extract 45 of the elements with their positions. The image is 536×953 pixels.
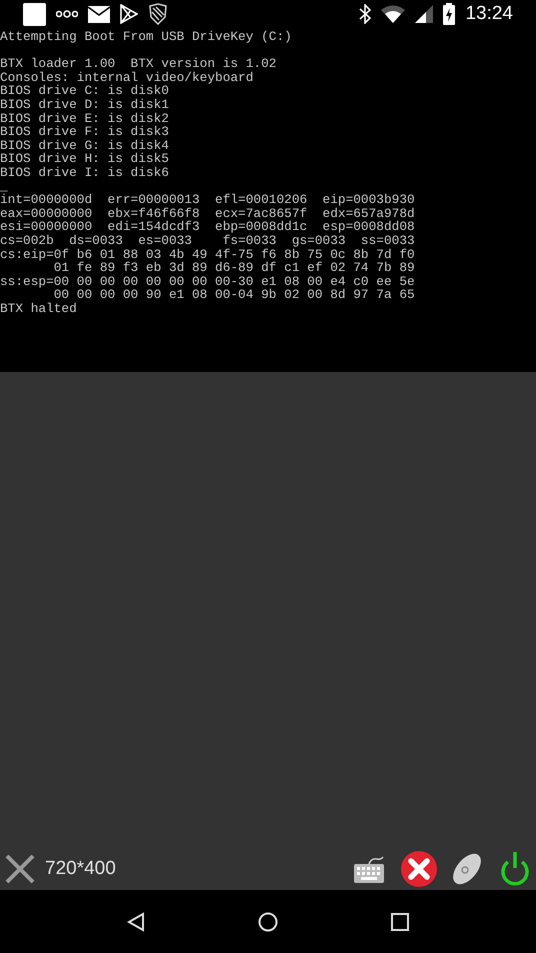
console-line: 00 00 00 00 90 e1 08 00-04 9b 02 00 8d 97 7a 65 — [54, 288, 415, 302]
stop-button[interactable] — [400, 850, 438, 888]
resolution-label: 720*400 — [45, 856, 116, 881]
recents-icon — [391, 912, 410, 930]
disc-icon — [451, 852, 483, 886]
console-line: BIOS drive E: is disk2 — [0, 112, 169, 126]
home-button[interactable] — [258, 912, 278, 932]
console-line: BIOS drive D: is disk1 — [0, 98, 169, 112]
console-line: BTX halted — [0, 302, 77, 316]
signal-icon — [415, 5, 434, 23]
recents-button[interactable] — [391, 912, 410, 930]
console-line: BIOS drive C: is disk0 — [0, 84, 169, 98]
power-icon — [499, 851, 531, 887]
stop-icon — [400, 850, 438, 888]
keyboard-icon — [353, 854, 385, 884]
shield-icon — [148, 3, 168, 25]
console-line: BIOS drive I: is disk6 — [0, 166, 169, 180]
console-line: Attempting Boot From USB DriveKey (C:) — [0, 30, 292, 44]
console-line: BIOS drive F: is disk3 — [0, 125, 169, 139]
close-icon — [4, 853, 36, 885]
console-line: BTX loader 1.00 BTX version is 1.02 — [0, 57, 276, 71]
console-line: esi=00000000 edi=154dcdf3 ebp=0008dd1c esp=0008dd08 — [0, 220, 415, 234]
console-line: 01 fe 89 f3 eb 3d 89 d6-89 df c1 ef 02 74 7b 89 — [54, 261, 415, 275]
wifi-icon — [381, 5, 406, 23]
console-line: BIOS drive G: is disk4 — [0, 138, 169, 152]
console-line: BIOS drive H: is disk5 — [0, 152, 169, 166]
battery-icon — [443, 3, 456, 25]
console-line: _ — [0, 180, 8, 194]
console-line: eax=00000000 ebx=f46f66f8 ecx=7ac8657f edx=657a978d — [0, 206, 415, 220]
disc-button[interactable] — [450, 852, 484, 886]
bluetooth-icon — [359, 4, 372, 24]
back-icon — [126, 912, 145, 932]
console-line: cs:eip=0f b6 01 88 03 4b 49 4f-75 f6 8b 75 0c 8b 7d f0 — [0, 248, 415, 262]
square-icon — [23, 2, 46, 26]
console-line: cs=002b ds=0033 es=0033 fs=0033 gs=0033 ss=0033 — [0, 234, 415, 248]
mail-icon — [88, 6, 110, 22]
play-store-icon — [120, 4, 138, 24]
console-line: Consoles: internal video/keyboard — [0, 70, 254, 84]
close-button[interactable] — [3, 852, 37, 886]
console-line: ss:esp=00 00 00 00 00 00 00 00-30 e1 08 00 e4 c0 ee 5e — [0, 274, 415, 288]
home-icon — [258, 912, 278, 932]
link-icon — [56, 9, 78, 19]
clock: 13:24 — [465, 2, 513, 26]
back-button[interactable] — [126, 912, 145, 932]
console-line: int=0000000d err=00000013 efl=00010206 eip=0003b930 — [0, 193, 415, 207]
